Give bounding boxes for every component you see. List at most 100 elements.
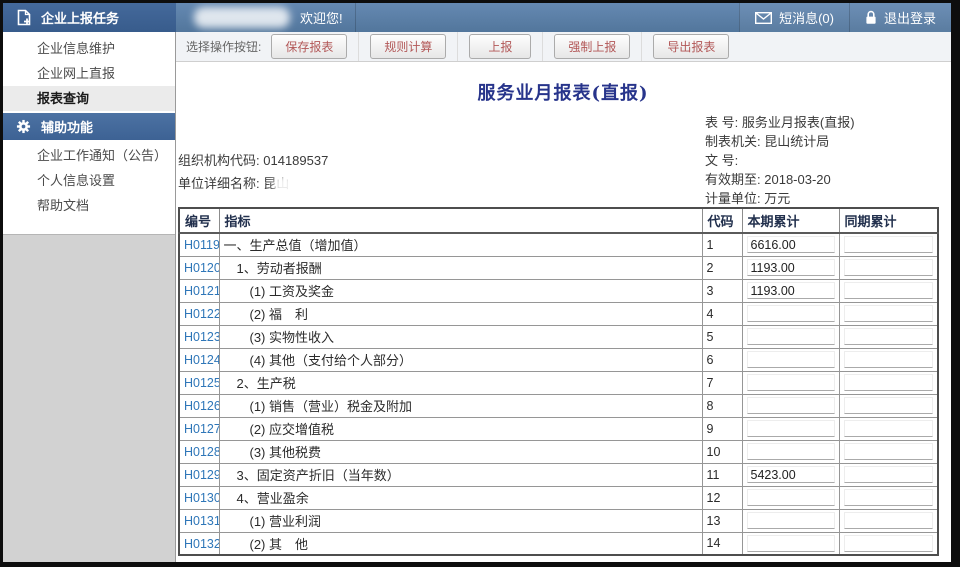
table-row: H0131 (1) 营业利润 13 bbox=[179, 509, 938, 532]
toolbar-separator bbox=[542, 32, 543, 61]
unit-of-measure-label: 计量单位: bbox=[705, 189, 761, 208]
current-period-input[interactable] bbox=[747, 236, 835, 253]
indicator-cell: (2) 应交增值税 bbox=[219, 417, 702, 440]
row-id-link[interactable]: H0132 bbox=[184, 537, 219, 551]
prior-period-input[interactable] bbox=[844, 351, 934, 368]
row-id-link[interactable]: H0127 bbox=[184, 422, 219, 436]
unit-name-redacted bbox=[274, 176, 348, 194]
prior-period-input[interactable] bbox=[844, 374, 934, 391]
table-row: H0125 2、生产税 7 bbox=[179, 371, 938, 394]
row-id-link[interactable]: H0128 bbox=[184, 445, 219, 459]
sidebar-section-title: 企业上报任务 bbox=[41, 8, 119, 27]
submit-button[interactable]: 上报 bbox=[469, 34, 531, 59]
row-id-link[interactable]: H0131 bbox=[184, 514, 219, 528]
force-submit-button[interactable]: 强制上报 bbox=[554, 34, 630, 59]
current-period-input[interactable] bbox=[747, 489, 835, 506]
current-period-input[interactable] bbox=[747, 351, 835, 368]
table-header-row: 编号 指标 代码 本期累计 同期累计 bbox=[179, 208, 938, 233]
row-id-link[interactable]: H0124 bbox=[184, 353, 219, 367]
welcome-text: 欢迎您! bbox=[300, 8, 343, 27]
current-period-input[interactable] bbox=[747, 374, 835, 391]
form-no-value: 服务业月报表(直报) bbox=[742, 115, 855, 130]
sidebar-item-report-query[interactable]: 报表查询 bbox=[3, 86, 175, 111]
sidebar-item-online-report[interactable]: 企业网上直报 bbox=[3, 61, 175, 86]
current-period-input[interactable] bbox=[747, 466, 835, 483]
prior-period-input[interactable] bbox=[844, 259, 934, 276]
row-id-link[interactable]: H0120 bbox=[184, 261, 219, 275]
sidebar-item-personal-settings[interactable]: 个人信息设置 bbox=[3, 168, 175, 193]
sidebar-item-work-notice[interactable]: 企业工作通知（公告） bbox=[3, 143, 175, 168]
table-row: H0120 1、劳动者报酬 2 bbox=[179, 256, 938, 279]
code-cell: 10 bbox=[702, 440, 742, 463]
row-id-link[interactable]: H0122 bbox=[184, 307, 219, 321]
envelope-icon bbox=[755, 12, 772, 24]
current-period-input[interactable] bbox=[747, 259, 835, 276]
sidebar-filler bbox=[3, 234, 175, 562]
table-row: H0132 (2) 其 他 14 bbox=[179, 532, 938, 555]
indicator-cell: (1) 工资及奖金 bbox=[219, 279, 702, 302]
indicator-cell: 4、营业盈余 bbox=[219, 486, 702, 509]
prior-period-input[interactable] bbox=[844, 512, 934, 529]
current-period-input[interactable] bbox=[747, 443, 835, 460]
indicator-cell: (1) 营业利润 bbox=[219, 509, 702, 532]
current-period-input[interactable] bbox=[747, 397, 835, 414]
document-plus-icon bbox=[16, 9, 32, 26]
row-id-link[interactable]: H0123 bbox=[184, 330, 219, 344]
current-period-input[interactable] bbox=[747, 512, 835, 529]
indicator-cell: 1、劳动者报酬 bbox=[219, 256, 702, 279]
export-report-button[interactable]: 导出报表 bbox=[653, 34, 729, 59]
col-header-indicator: 指标 bbox=[219, 208, 702, 233]
prior-period-input[interactable] bbox=[844, 443, 934, 460]
row-id-link[interactable]: H0121 bbox=[184, 284, 219, 298]
indicator-cell: (1) 销售（营业）税金及附加 bbox=[219, 394, 702, 417]
row-id-link[interactable]: H0129 bbox=[184, 468, 219, 482]
sidebar-item-help-docs[interactable]: 帮助文档 bbox=[3, 193, 175, 218]
current-period-input[interactable] bbox=[747, 420, 835, 437]
lock-icon bbox=[865, 10, 877, 25]
code-cell: 14 bbox=[702, 532, 742, 555]
sidebar-item-enterprise-info[interactable]: 企业信息维护 bbox=[3, 36, 175, 61]
valid-until-value: 2018-03-20 bbox=[764, 172, 831, 187]
indicator-cell: (2) 其 他 bbox=[219, 532, 702, 555]
unit-name-label: 单位详细名称: bbox=[178, 176, 260, 191]
col-header-code: 代码 bbox=[702, 208, 742, 233]
messages-button[interactable]: 短消息(0) bbox=[739, 3, 849, 32]
current-period-input[interactable] bbox=[747, 305, 835, 322]
prior-period-input[interactable] bbox=[844, 236, 934, 253]
indicator-cell: 一、生产总值（增加值） bbox=[219, 233, 702, 256]
prior-period-input[interactable] bbox=[844, 466, 934, 483]
issuing-agency-value: 昆山统计局 bbox=[764, 134, 829, 149]
prior-period-input[interactable] bbox=[844, 489, 934, 506]
toolbar-separator bbox=[457, 32, 458, 61]
row-id-link[interactable]: H0125 bbox=[184, 376, 219, 390]
prior-period-input[interactable] bbox=[844, 282, 934, 299]
current-period-input[interactable] bbox=[747, 535, 835, 552]
sidebar-section-header-tasks[interactable]: 企业上报任务 bbox=[3, 3, 176, 32]
prior-period-input[interactable] bbox=[844, 535, 934, 552]
sidebar-section-header-aux[interactable]: 辅助功能 bbox=[3, 113, 175, 140]
current-period-input[interactable] bbox=[747, 282, 835, 299]
report-table: 编号 指标 代码 本期累计 同期累计 H0119 一、生产总值（增加值） bbox=[178, 207, 939, 556]
code-cell: 6 bbox=[702, 348, 742, 371]
table-row: H0119 一、生产总值（增加值） 1 bbox=[179, 233, 938, 256]
report-meta-left: 组织机构代码: 014189537 单位详细名称: 昆山 bbox=[178, 149, 348, 195]
prior-period-input[interactable] bbox=[844, 397, 934, 414]
username-redacted bbox=[194, 7, 290, 28]
unit-of-measure-value: 万元 bbox=[764, 191, 790, 206]
prior-period-input[interactable] bbox=[844, 305, 934, 322]
org-code-value: 014189537 bbox=[263, 153, 328, 168]
logout-label: 退出登录 bbox=[884, 8, 936, 27]
logout-button[interactable]: 退出登录 bbox=[849, 3, 951, 32]
row-id-link[interactable]: H0119 bbox=[184, 238, 219, 252]
current-period-input[interactable] bbox=[747, 328, 835, 345]
save-report-button[interactable]: 保存报表 bbox=[271, 34, 347, 59]
row-id-link[interactable]: H0126 bbox=[184, 399, 219, 413]
report-meta-right: 表 号: 服务业月报表(直报) 制表机关: 昆山统计局 文 号: 有效期至: 2… bbox=[705, 113, 855, 208]
messages-label: 短消息(0) bbox=[779, 8, 834, 27]
row-id-link[interactable]: H0130 bbox=[184, 491, 219, 505]
rule-calc-button[interactable]: 规则计算 bbox=[370, 34, 446, 59]
toolbar-separator bbox=[641, 32, 642, 61]
org-code-label: 组织机构代码: bbox=[178, 153, 260, 168]
prior-period-input[interactable] bbox=[844, 328, 934, 345]
prior-period-input[interactable] bbox=[844, 420, 934, 437]
